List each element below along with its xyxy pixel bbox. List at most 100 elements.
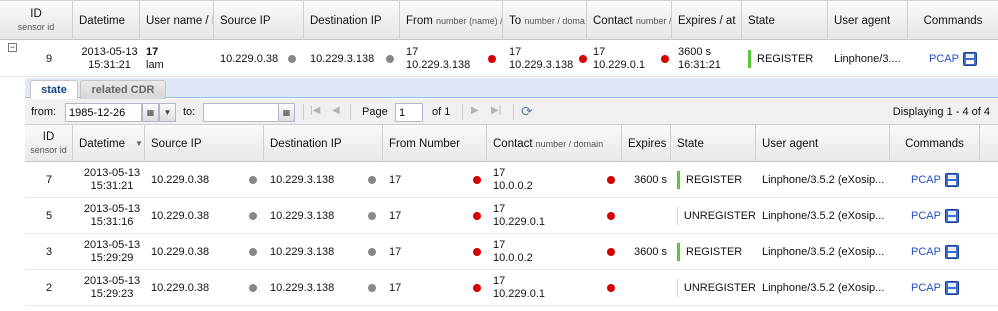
toolbar-separator: [350, 104, 351, 120]
col-contact[interactable]: Contact number /: [587, 1, 672, 40]
inner-row-time: 15:31:21: [90, 180, 134, 192]
col-username[interactable]: User name / R: [140, 1, 214, 40]
col-datetime[interactable]: Datetime: [73, 1, 140, 40]
row-state: REGISTER: [742, 40, 828, 77]
first-page-icon[interactable]: |◀: [310, 105, 320, 116]
number-status-dot: [607, 176, 615, 184]
from-date-input[interactable]: [65, 103, 142, 122]
inner-row-contact-ip: 10.0.0.2: [493, 252, 533, 264]
save-pcap-icon[interactable]: [944, 173, 959, 187]
inner-row-destination-ip-text: 10.229.3.138: [270, 282, 335, 294]
col-id[interactable]: ID sensor id: [0, 1, 73, 40]
inner-table-row[interactable]: 7 2013-05-13 15:31:21 10.229.0.38 10.229…: [25, 162, 998, 198]
pcap-link[interactable]: PCAP: [911, 174, 941, 186]
save-pcap-icon[interactable]: [944, 281, 959, 295]
inner-col-datetime-label: Datetime: [79, 137, 126, 150]
inner-row-state-text: UNREGISTER: [683, 282, 756, 294]
inner-row-date: 2013-05-13: [83, 203, 141, 215]
last-page-icon[interactable]: ▶|: [491, 105, 501, 116]
inner-col-destination-ip[interactable]: Destination IP: [264, 125, 383, 162]
save-pcap-icon[interactable]: [944, 209, 959, 223]
col-destination-ip[interactable]: Destination IP: [304, 1, 400, 40]
inner-col-contact-sub: number / domain: [535, 138, 604, 149]
inner-col-id[interactable]: ID sensor id: [25, 125, 73, 162]
inner-row-state-text: UNREGISTER: [683, 210, 756, 222]
calendar-icon[interactable]: ▦: [142, 103, 159, 122]
col-from-sub: number (name) /: [436, 15, 503, 26]
col-state[interactable]: State: [742, 1, 828, 40]
col-source-ip[interactable]: Source IP: [214, 1, 304, 40]
col-contact-sub: number /: [635, 15, 672, 26]
state-indicator: [748, 49, 751, 68]
row-from-number: 17: [406, 45, 419, 58]
inner-row-state-text: REGISTER: [686, 174, 743, 186]
save-pcap-icon[interactable]: [944, 245, 959, 259]
col-from[interactable]: From number (name) /: [400, 1, 503, 40]
col-sensor-label: sensor id: [17, 21, 55, 32]
col-expires[interactable]: Expires / at: [672, 1, 742, 40]
calendar-icon[interactable]: ▦: [278, 103, 295, 122]
outer-table-row[interactable]: 9 2013-05-13 15:31:21 17 lam 10.229.0.38…: [0, 40, 998, 77]
inner-col-user-agent[interactable]: User agent: [756, 125, 890, 162]
page-count-label: of 1: [432, 106, 451, 118]
save-pcap-icon[interactable]: [962, 51, 977, 66]
ip-status-dot: [368, 176, 376, 184]
inner-row-datetime: 2013-05-13 15:31:16: [73, 198, 145, 234]
refresh-icon[interactable]: ⟳: [521, 103, 533, 120]
to-label: to:: [183, 106, 196, 118]
pcap-link[interactable]: PCAP: [911, 246, 941, 258]
ip-status-dot: [368, 284, 376, 292]
inner-row-from-text: 17: [389, 210, 402, 222]
ip-status-dot: [249, 284, 257, 292]
chevron-down-icon[interactable]: ▼: [159, 103, 176, 122]
inner-row-user-agent: Linphone/3.5.2 (eXosip...: [762, 210, 885, 222]
col-commands[interactable]: Commands: [908, 1, 998, 40]
col-user-agent[interactable]: User agent: [828, 1, 908, 40]
next-page-icon[interactable]: ▶: [471, 105, 479, 116]
inner-row-from-text: 17: [389, 174, 402, 186]
inner-row-user-agent: Linphone/3.5.2 (eXosip...: [762, 246, 885, 258]
row-from-block: 17 10.229.3.138: [406, 46, 488, 72]
pcap-link[interactable]: PCAP: [929, 53, 959, 65]
inner-row-datetime: 2013-05-13 15:31:21: [73, 162, 145, 198]
inner-col-state-label: State: [677, 137, 704, 150]
inner-col-id-label: ID: [42, 130, 55, 143]
state-indicator: [677, 171, 680, 189]
inner-table-row[interactable]: 2 2013-05-13 15:29:23 10.229.0.38 10.229…: [25, 270, 998, 306]
inner-row-source-ip-text: 10.229.0.38: [151, 246, 210, 258]
inner-col-source-ip[interactable]: Source IP: [145, 125, 264, 162]
page-number-input[interactable]: [395, 103, 423, 122]
inner-col-state[interactable]: State: [671, 125, 756, 162]
number-status-dot: [607, 284, 615, 292]
inner-row-destination-ip-text: 10.229.3.138: [270, 174, 335, 186]
inner-col-from-number[interactable]: From Number: [383, 125, 487, 162]
inner-row-state: UNREGISTER: [671, 270, 756, 306]
inner-table-row[interactable]: 5 2013-05-13 15:31:16 10.229.0.38 10.229…: [25, 198, 998, 234]
row-state-text: REGISTER: [757, 52, 814, 65]
inner-table-row[interactable]: 3 2013-05-13 15:29:29 10.229.0.38 10.229…: [25, 234, 998, 270]
pcap-link[interactable]: PCAP: [911, 282, 941, 294]
pcap-link[interactable]: PCAP: [911, 210, 941, 222]
inner-col-contact[interactable]: Contact number / domain: [487, 125, 622, 162]
inner-row-id: 2: [45, 282, 53, 294]
inner-col-datetime[interactable]: Datetime ▼: [73, 125, 145, 162]
col-state-label: State: [748, 14, 775, 27]
inner-row-from-number: 17: [383, 198, 487, 234]
inner-col-commands[interactable]: Commands: [890, 125, 980, 162]
to-date-input[interactable]: [203, 103, 280, 122]
inner-row-from-text: 17: [389, 282, 402, 294]
row-to-number: 17: [509, 45, 522, 58]
tab-related-cdr[interactable]: related CDR: [80, 80, 166, 99]
outer-grid-header: ID sensor id Datetime User name / R Sour…: [0, 0, 998, 40]
inner-row-state: REGISTER: [671, 162, 756, 198]
inner-row-user-agent: Linphone/3.5.2 (eXosip...: [762, 282, 885, 294]
col-to[interactable]: To number / doma: [503, 1, 587, 40]
row-user-agent: Linphone/3....: [834, 52, 901, 65]
prev-page-icon[interactable]: ◀: [332, 105, 340, 116]
inner-row-expires: 3600 s: [633, 174, 667, 186]
inner-col-expires[interactable]: Expires: [622, 125, 671, 162]
row-source-ip: 10.229.0.38: [214, 40, 304, 77]
tab-state[interactable]: state: [30, 80, 78, 99]
inner-row-state: UNREGISTER: [671, 198, 756, 234]
ip-status-dot: [249, 248, 257, 256]
